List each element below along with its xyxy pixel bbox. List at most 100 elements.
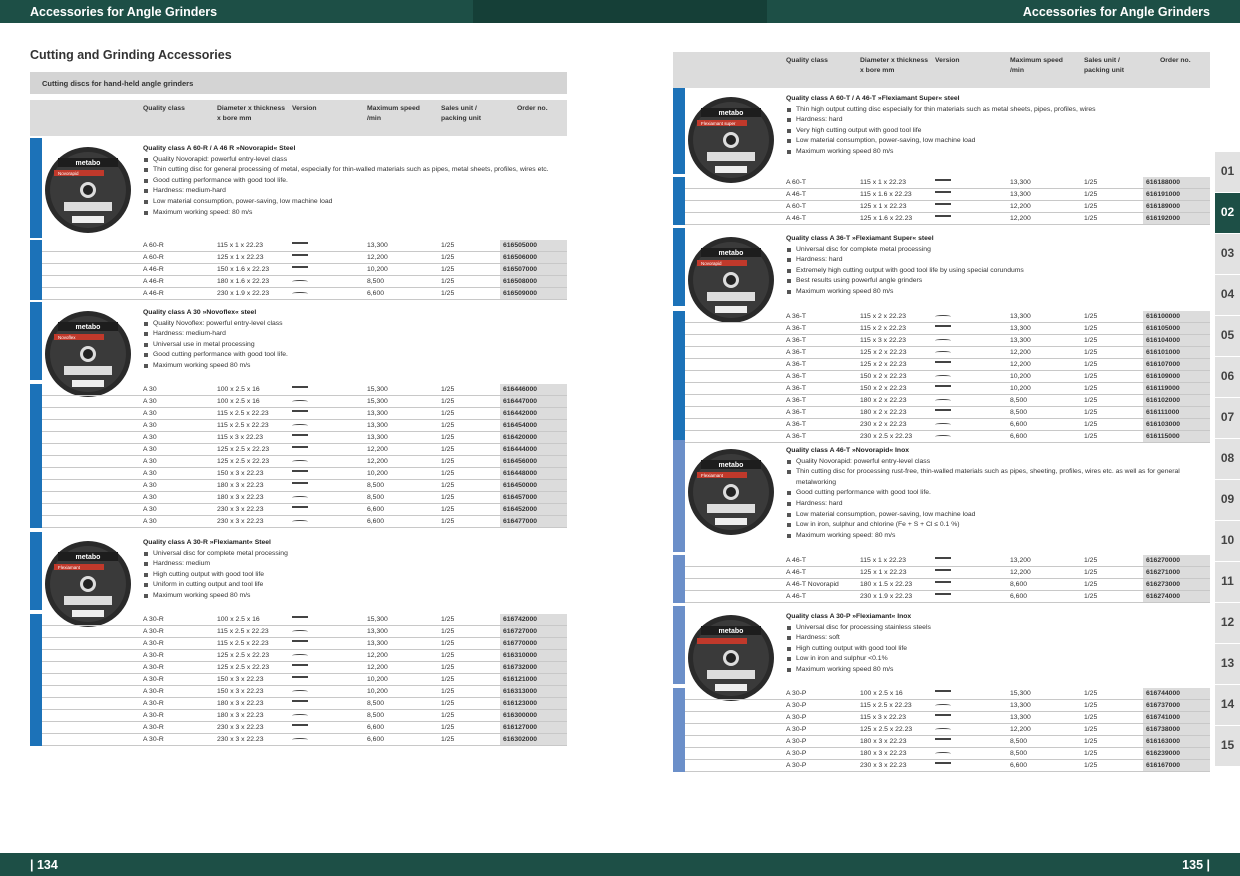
product-group-strip [30, 532, 42, 610]
row-strip [30, 516, 42, 528]
table-row: A 30-R 115 x 2.5 x 22.23 13,300 1/25 6167270… [30, 626, 567, 638]
cell-speed: 8,500 [1010, 397, 1028, 404]
row-strip [673, 567, 685, 579]
table-row: A 36-T 125 x 2 x 22.23 12,200 1/25 616101000 [673, 347, 1210, 359]
col-sales: Sales unit / packing unit [1084, 57, 1125, 74]
cell-sales: 1/25 [441, 278, 455, 285]
svg-text:Novoflex: Novoflex [58, 335, 76, 340]
col-speed: Maximum speed /min [1010, 57, 1063, 74]
cell-quality: A 30-R [143, 724, 164, 731]
bullet-item: Hardness: soft [786, 633, 1206, 644]
cell-sales: 1/25 [1084, 726, 1098, 733]
cell-quality: A 30 [143, 398, 157, 405]
cell-order-number: 616103000 [1143, 419, 1210, 430]
cell-speed: 12,200 [367, 254, 388, 261]
cell-speed: 13,300 [367, 422, 388, 429]
cell-sales: 1/25 [441, 688, 455, 695]
version-symbol-icon [292, 506, 308, 508]
table-row: A 30 125 x 2.5 x 22.23 12,200 1/25 616444000 [30, 444, 567, 456]
chapter-tab-12[interactable]: 12 [1215, 603, 1240, 644]
table-row: A 30-R 150 x 3 x 22.23 10,200 1/25 616313000 [30, 686, 567, 698]
chapter-tabs: 01 02 03 04 05 06 07 08 09 10 11 12 13 14 15 [1215, 152, 1240, 767]
cell-quality: A 36-T [786, 325, 807, 332]
cell-order-number: 616738000 [1143, 724, 1210, 735]
cell-diameter: 230 x 2.5 x 22.23 [860, 433, 913, 440]
cell-diameter: 125 x 2.5 x 22.23 [217, 446, 270, 453]
cell-sales: 1/25 [441, 482, 455, 489]
group-title: Quality class A 30-P »Flexiamant« Inox [786, 613, 912, 620]
cell-diameter: 125 x 2.5 x 22.23 [217, 458, 270, 465]
cell-speed: 13,300 [367, 242, 388, 249]
chapter-tab-09[interactable]: 09 [1215, 480, 1240, 521]
header-bar-accent [620, 0, 767, 23]
product-image: metabo Flexiamant [687, 448, 775, 536]
product-image: metabo Flexiamant super [687, 96, 775, 184]
chapter-tab-06[interactable]: 06 [1215, 357, 1240, 398]
cell-diameter: 150 x 2 x 22.23 [860, 373, 907, 380]
cell-sales: 1/25 [1084, 179, 1098, 186]
version-symbol-icon [935, 351, 951, 354]
cell-order-number: 616271000 [1143, 567, 1210, 578]
chapter-tab-04[interactable]: 04 [1215, 275, 1240, 316]
chapter-tab-02[interactable]: 02 [1215, 193, 1240, 234]
version-symbol-icon [292, 266, 308, 268]
right-page-title: Accessories for Angle Grinders [1022, 5, 1210, 19]
cell-order-number: 616100000 [1143, 311, 1210, 322]
table-row: A 36-T 150 x 2 x 22.23 10,200 1/25 616119000 [673, 383, 1210, 395]
cell-quality: A 36-T [786, 349, 807, 356]
product-description: Quality class A 60-R / A 46 R »Novorapid… [143, 144, 563, 218]
cell-sales: 1/25 [1084, 762, 1098, 769]
version-symbol-icon [292, 738, 308, 741]
chapter-tab-05[interactable]: 05 [1215, 316, 1240, 357]
cell-speed: 13,300 [367, 434, 388, 441]
chapter-tab-13[interactable]: 13 [1215, 644, 1240, 685]
col-diameter: Diameter x thickness x bore mm [217, 105, 286, 122]
cell-sales: 1/25 [1084, 557, 1098, 564]
row-strip [30, 444, 42, 456]
version-symbol-icon [935, 569, 951, 571]
cell-speed: 13,300 [1010, 714, 1031, 721]
cell-order-number: 616770000 [500, 638, 567, 649]
cell-quality: A 36-T [786, 361, 807, 368]
cell-diameter: 230 x 3 x 22.23 [860, 762, 907, 769]
cell-order-number: 616457000 [500, 492, 567, 503]
col-version: Version [935, 57, 960, 64]
group-title: Quality class A 60-T / A 46-T »Flexiaman… [786, 95, 960, 102]
cell-diameter: 115 x 2.5 x 22.23 [217, 628, 269, 635]
cell-speed: 10,200 [367, 266, 388, 273]
chapter-tab-08[interactable]: 08 [1215, 439, 1240, 480]
cell-order-number: 616119000 [1143, 383, 1210, 394]
version-symbol-icon [935, 714, 951, 716]
cell-diameter: 115 x 2.5 x 22.23 [217, 422, 269, 429]
version-symbol-icon [935, 339, 951, 342]
product-description: Quality class A 30-R »Flexiamant« Steel U… [143, 538, 563, 602]
chapter-tab-01[interactable]: 01 [1215, 152, 1240, 193]
version-symbol-icon [292, 496, 308, 499]
table-row: A 36-T 230 x 2.5 x 22.23 6,600 1/25 61611500… [673, 431, 1210, 443]
chapter-tab-14[interactable]: 14 [1215, 685, 1240, 726]
cell-quality: A 36-T [786, 337, 807, 344]
cell-speed: 6,600 [367, 518, 385, 525]
cell-sales: 1/25 [1084, 421, 1098, 428]
version-symbol-icon [935, 325, 951, 327]
cell-order-number: 616454000 [500, 420, 567, 431]
table-row: A 30 150 x 3 x 22.23 10,200 1/25 616448000 [30, 468, 567, 480]
chapter-tab-10[interactable]: 10 [1215, 521, 1240, 562]
cell-order-number: 616442000 [500, 408, 567, 419]
svg-text:metabo: metabo [76, 160, 101, 167]
bullet-item: Best results using powerful angle grinde… [786, 276, 1206, 287]
chapter-tab-03[interactable]: 03 [1215, 234, 1240, 275]
chapter-tab-15[interactable]: 15 [1215, 726, 1240, 767]
row-strip [30, 252, 42, 264]
chapter-tab-11[interactable]: 11 [1215, 562, 1240, 603]
row-strip [673, 335, 685, 347]
chapter-tab-07[interactable]: 07 [1215, 398, 1240, 439]
cell-order-number: 616477000 [500, 516, 567, 527]
version-symbol-icon [292, 254, 308, 256]
cell-diameter: 125 x 2.5 x 22.23 [217, 652, 270, 659]
product-group-strip [30, 302, 42, 380]
row-strip [673, 748, 685, 760]
cell-sales: 1/25 [1084, 433, 1098, 440]
cell-sales: 1/25 [441, 712, 455, 719]
section-title: Cutting and Grinding Accessories [30, 48, 232, 62]
